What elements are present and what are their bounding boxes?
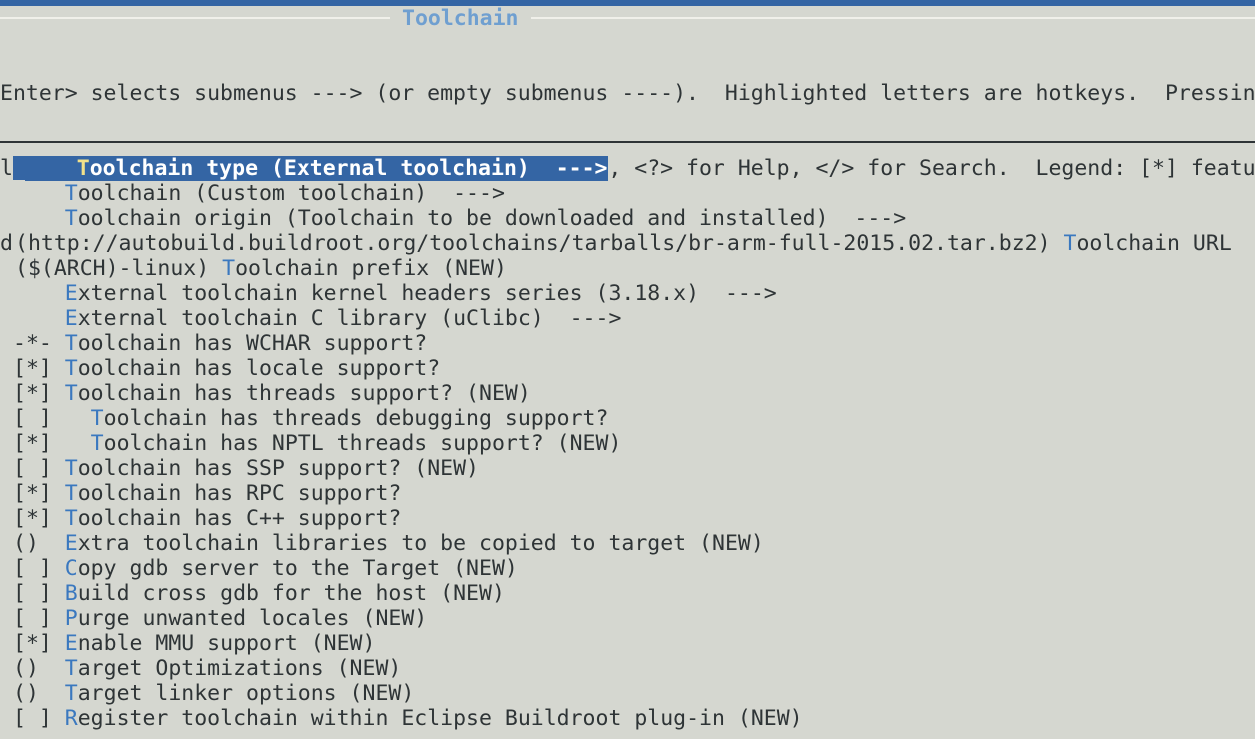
window-top-border	[0, 0, 1255, 6]
checkbox: [*]	[13, 481, 65, 506]
menu-item-label: oolchain origin (Toolchain to be downloa…	[77, 206, 907, 231]
hotkey-letter: E	[64, 631, 78, 656]
menu-item-label: opy gdb server to the Target (NEW)	[77, 556, 518, 581]
hotkey-letter: T	[64, 181, 78, 206]
hotkey-letter: T	[64, 481, 78, 506]
hotkey-letter: E	[64, 306, 78, 331]
checkbox: [ ]	[13, 606, 65, 631]
checkbox: [*]	[13, 431, 91, 456]
hotkey-letter: C	[64, 556, 78, 581]
checkbox: [ ]	[13, 581, 65, 606]
menu-list: Toolchain type (External toolchain) --->…	[0, 156, 1255, 731]
hotkey-letter: T	[76, 156, 90, 181]
menu-item-toolchain[interactable]: Toolchain (Custom toolchain) --->	[0, 181, 1255, 206]
checkbox: [*]	[13, 356, 65, 381]
menu-item-label: arget linker options (NEW)	[77, 681, 415, 706]
menu-item-eclipse-plugin[interactable]: [ ] Register toolchain within Eclipse Bu…	[0, 706, 1255, 731]
hotkey-letter: T	[64, 381, 78, 406]
string-value: ()	[13, 681, 65, 706]
menu-title: Toolchain	[390, 6, 531, 31]
selection-cursor	[13, 156, 25, 180]
menu-item-purge-locales[interactable]: [ ] Purge unwanted locales (NEW)	[0, 606, 1255, 631]
string-value: ($(ARCH)-linux)	[15, 256, 223, 281]
checkbox: [ ]	[13, 556, 65, 581]
hotkey-letter: T	[1063, 231, 1077, 256]
menu-item-cross-gdb[interactable]: [ ] Build cross gdb for the host (NEW)	[0, 581, 1255, 606]
hotkey-letter: T	[64, 681, 78, 706]
menu-item-label: oolchain has NPTL threads support? (NEW)	[103, 431, 622, 456]
menu-item-label: urge unwanted locales (NEW)	[77, 606, 428, 631]
menu-item-label: Toolchain type (External toolchain) --->	[25, 156, 608, 181]
menu-item-label: oolchain has threads support? (NEW)	[77, 381, 531, 406]
help-line: Enter> selects submenus ---> (or empty s…	[0, 81, 1255, 106]
hotkey-letter: T	[222, 256, 236, 281]
menu-item-label: oolchain has SSP support? (NEW)	[77, 456, 480, 481]
menu-item-label: oolchain has C++ support?	[77, 506, 402, 531]
menu-item-target-optimizations[interactable]: () Target Optimizations (NEW)	[0, 656, 1255, 681]
menu-item-label: xternal toolchain C library (uClibc) ---…	[77, 306, 622, 331]
menu-item-copy-gdb-server[interactable]: [ ] Copy gdb server to the Target (NEW)	[0, 556, 1255, 581]
menu-item-label: oolchain has locale support?	[77, 356, 441, 381]
menu-item-label: oolchain (Custom toolchain) --->	[77, 181, 505, 206]
checkbox: [ ]	[13, 456, 65, 481]
menu-item-threads-debugging[interactable]: [ ] Toolchain has threads debugging supp…	[0, 406, 1255, 431]
menu-item-target-linker-options[interactable]: () Target linker options (NEW)	[0, 681, 1255, 706]
checkbox: [*]	[13, 631, 65, 656]
menu-item-label: oolchain has WCHAR support?	[77, 331, 428, 356]
menu-item-label: oolchain has threads debugging support?	[103, 406, 609, 431]
hotkey-letter: E	[64, 531, 78, 556]
checkbox: [*]	[13, 381, 65, 406]
menu-item-label: xtra toolchain libraries to be copied to…	[77, 531, 764, 556]
menu-item-c-library[interactable]: External toolchain C library (uClibc) --…	[0, 306, 1255, 331]
menu-item-kernel-headers[interactable]: External toolchain kernel headers series…	[0, 281, 1255, 306]
hotkey-letter: T	[64, 456, 78, 481]
menu-item-toolchain-type[interactable]: Toolchain type (External toolchain) --->	[0, 156, 1255, 181]
menu-item-label: oolchain prefix (NEW)	[235, 256, 507, 281]
hotkey-letter: P	[64, 606, 78, 631]
hotkey-letter: B	[64, 581, 78, 606]
menu-item-label: nable MMU support (NEW)	[77, 631, 376, 656]
menu-item-label: uild cross gdb for the host (NEW)	[77, 581, 505, 606]
menu-item-toolchain-origin[interactable]: Toolchain origin (Toolchain to be downlo…	[0, 206, 1255, 231]
menu-item-label: oolchain URL	[1076, 231, 1232, 256]
menu-item-toolchain-url[interactable]: (http://autobuild.buildroot.org/toolchai…	[0, 231, 1255, 256]
menu-item-threads[interactable]: [*] Toolchain has threads support? (NEW)	[0, 381, 1255, 406]
menu-item-label: egister toolchain within Eclipse Buildro…	[77, 706, 803, 731]
string-value: ()	[13, 531, 65, 556]
hotkey-letter: T	[90, 406, 104, 431]
menu-item-nptl-threads[interactable]: [*] Toolchain has NPTL threads support? …	[0, 431, 1255, 456]
string-value: (http://autobuild.buildroot.org/toolchai…	[15, 231, 1064, 256]
checkbox: [*]	[13, 506, 65, 531]
checkbox: [ ]	[13, 706, 65, 731]
menu-item-extra-libraries[interactable]: () Extra toolchain libraries to be copie…	[0, 531, 1255, 556]
option-indicator: -*-	[13, 331, 65, 356]
string-value: ()	[13, 656, 65, 681]
menu-item-locale[interactable]: [*] Toolchain has locale support?	[0, 356, 1255, 381]
menu-item-cpp[interactable]: [*] Toolchain has C++ support?	[0, 506, 1255, 531]
menu-item-ssp[interactable]: [ ] Toolchain has SSP support? (NEW)	[0, 456, 1255, 481]
menu-item-label: arget Optimizations (NEW)	[77, 656, 402, 681]
menu-item-rpc[interactable]: [*] Toolchain has RPC support?	[0, 481, 1255, 506]
menu-item-toolchain-prefix[interactable]: ($(ARCH)-linux) Toolchain prefix (NEW)	[0, 256, 1255, 281]
menu-item-label: oolchain has RPC support?	[77, 481, 402, 506]
hotkey-letter: T	[64, 331, 78, 356]
menu-separator	[0, 141, 1255, 143]
hotkey-letter: T	[90, 431, 104, 456]
hotkey-letter: T	[64, 206, 78, 231]
hotkey-letter: R	[64, 706, 78, 731]
menu-item-wchar[interactable]: -*- Toolchain has WCHAR support?	[0, 331, 1255, 356]
menu-item-mmu-support[interactable]: [*] Enable MMU support (NEW)	[0, 631, 1255, 656]
checkbox: [ ]	[13, 406, 91, 431]
hotkey-letter: T	[64, 656, 78, 681]
hotkey-letter: T	[64, 506, 78, 531]
hotkey-letter: T	[64, 356, 78, 381]
title-rule	[0, 17, 1255, 19]
hotkey-letter: E	[64, 281, 78, 306]
menu-item-label: xternal toolchain kernel headers series …	[77, 281, 777, 306]
